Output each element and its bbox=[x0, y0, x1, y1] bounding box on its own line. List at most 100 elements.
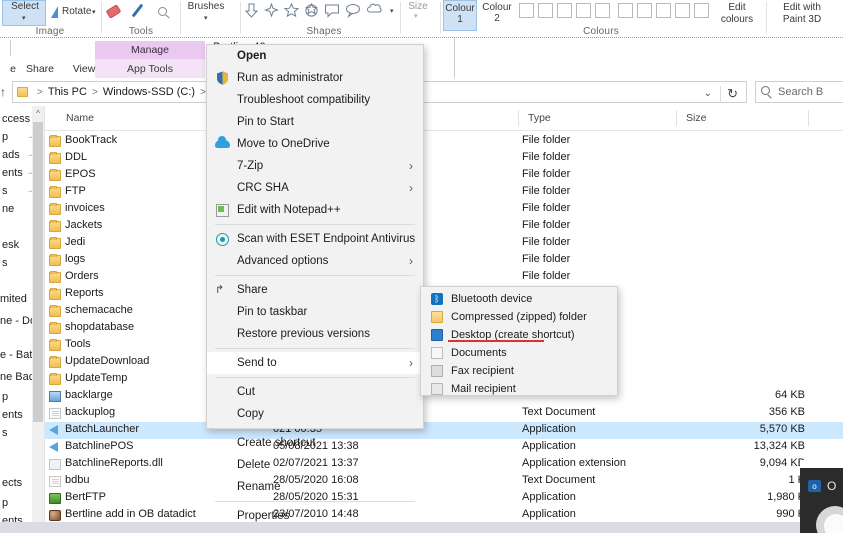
palette-swatch-7[interactable] bbox=[637, 3, 652, 18]
up-arrow-button[interactable]: ↑ bbox=[0, 85, 6, 99]
table-row[interactable]: BatchlinePOS 05/08/2021 13:38 Application 1… bbox=[45, 439, 843, 456]
ribbon-divider-6 bbox=[766, 2, 767, 34]
submenu-item-bluetooth-device[interactable]: ᛒ Bluetooth device bbox=[421, 290, 617, 308]
context-menu-item-copy[interactable]: Copy bbox=[207, 403, 423, 425]
table-row[interactable]: BookTrack021 14:20File folder bbox=[45, 133, 843, 150]
submenu-item-documents[interactable]: Documents bbox=[421, 344, 617, 362]
color-picker-icon[interactable] bbox=[131, 3, 144, 18]
context-menu-item-7-zip[interactable]: 7-Zip › bbox=[207, 155, 423, 177]
submenu-item-mail-recipient[interactable]: Mail recipient bbox=[421, 380, 617, 398]
column-header-size[interactable]: Size bbox=[680, 106, 790, 130]
table-row[interactable]: BertFTP 28/05/2020 15:31 Application 1,980 … bbox=[45, 490, 843, 507]
magnifier-icon[interactable] bbox=[158, 7, 167, 16]
breadcrumb-this-pc[interactable]: This PC bbox=[48, 86, 87, 98]
application-icon bbox=[49, 425, 58, 435]
context-menu-item-edit-with-notepadpp[interactable]: Edit with Notepad++ bbox=[207, 199, 423, 221]
chevron-right-icon: › bbox=[409, 356, 413, 370]
context-menu-item-create-shortcut[interactable]: Create shortcut bbox=[207, 432, 423, 454]
overlay-circle-inner bbox=[824, 514, 843, 533]
table-row[interactable]: FTP021 11:39File folder bbox=[45, 184, 843, 201]
row-name: invoices bbox=[65, 202, 105, 214]
submenu-item-compressed-zipped-folder[interactable]: Compressed (zipped) folder bbox=[421, 308, 617, 326]
size-dropdown-caret[interactable]: ▾ bbox=[414, 13, 418, 20]
row-type: Application bbox=[522, 491, 576, 503]
refresh-icon[interactable]: ↻ bbox=[727, 86, 738, 102]
context-menu-item-pin-to-taskbar[interactable]: Pin to taskbar bbox=[207, 301, 423, 323]
table-row-selected[interactable]: BatchLauncher 021 00:35 Application 5,570 K… bbox=[45, 422, 843, 439]
palette-swatch-10[interactable] bbox=[694, 3, 709, 18]
table-row[interactable]: logs021 12:08File folder bbox=[45, 252, 843, 269]
brushes-dropdown-caret[interactable]: ▾ bbox=[204, 15, 208, 22]
table-row[interactable]: Jedi021 14:20File folder bbox=[45, 235, 843, 252]
table-row[interactable]: BatchlineReports.dll 02/07/2021 13:37 Appl… bbox=[45, 456, 843, 473]
rotate-dropdown-caret[interactable]: ▾ bbox=[92, 9, 96, 16]
six-point-star-shape-icon[interactable] bbox=[304, 3, 319, 18]
select-dropdown-caret[interactable]: ▾ bbox=[22, 15, 26, 22]
brushes-label[interactable]: Brushes bbox=[179, 1, 233, 12]
table-row[interactable]: DDL021 14:20File folder bbox=[45, 150, 843, 167]
context-menu-item-share[interactable]: ↱ Share bbox=[207, 279, 423, 301]
colour1-button[interactable]: Colour 1 bbox=[443, 0, 477, 31]
outlook-icon[interactable]: o bbox=[808, 480, 821, 492]
palette-swatch-5[interactable] bbox=[595, 3, 610, 18]
search-icon bbox=[761, 86, 770, 95]
overlay-widget[interactable]: o O bbox=[800, 460, 843, 533]
submenu-item-fax-recipient[interactable]: Fax recipient bbox=[421, 362, 617, 380]
col-divider-3[interactable] bbox=[676, 110, 677, 126]
context-menu-item-open[interactable]: Open bbox=[207, 45, 423, 67]
arrow-down-shape-icon[interactable] bbox=[244, 3, 259, 18]
tab-view[interactable]: View bbox=[62, 59, 106, 78]
tab-share[interactable]: Share bbox=[18, 59, 62, 78]
five-point-star-shape-icon[interactable] bbox=[284, 3, 299, 18]
table-row[interactable]: invoices021 14:20File folder bbox=[45, 201, 843, 218]
context-menu-item-restore-previous-versions[interactable]: Restore previous versions bbox=[207, 323, 423, 345]
table-row[interactable]: Jackets021 14:20File folder bbox=[45, 218, 843, 235]
context-menu-item-scan-with-eset[interactable]: Scan with ESET Endpoint Antivirus bbox=[207, 228, 423, 250]
folder-icon bbox=[49, 322, 61, 334]
col-divider-2[interactable] bbox=[518, 110, 519, 126]
four-point-star-shape-icon[interactable] bbox=[264, 3, 279, 18]
table-row[interactable]: EPOS021 14:20File folder bbox=[45, 167, 843, 184]
chevron-down-icon[interactable]: ⌄ bbox=[704, 88, 712, 99]
onedrive-cloud-icon bbox=[215, 136, 230, 148]
edit-colours-button[interactable]: Edit colours bbox=[712, 2, 762, 26]
palette-swatch-1[interactable] bbox=[519, 3, 534, 18]
context-menu-item-run-as-administrator[interactable]: Run as administrator bbox=[207, 67, 423, 89]
palette-swatch-2[interactable] bbox=[538, 3, 553, 18]
row-name: Jackets bbox=[65, 219, 103, 231]
rectangle-callout-shape-icon[interactable] bbox=[324, 3, 339, 18]
context-menu-item-properties[interactable]: Properties bbox=[207, 505, 423, 527]
palette-swatch-6[interactable] bbox=[618, 3, 633, 18]
context-menu-item-cut[interactable]: Cut bbox=[207, 381, 423, 403]
column-header-type[interactable]: Type bbox=[522, 106, 677, 130]
row-name: logs bbox=[65, 253, 86, 265]
edit-with-paint3d-button[interactable]: Edit with Paint 3D bbox=[772, 2, 832, 26]
context-menu-item-delete[interactable]: Delete bbox=[207, 454, 423, 476]
context-menu-item-send-to[interactable]: Send to › bbox=[207, 352, 423, 374]
breadcrumb-windows-ssd[interactable]: Windows-SSD (C:) bbox=[103, 86, 195, 98]
context-menu[interactable]: Open Run as administrator Troubleshoot c… bbox=[206, 44, 424, 522]
col-divider-4[interactable] bbox=[808, 110, 809, 126]
context-menu-item-advanced-options[interactable]: Advanced options › bbox=[207, 250, 423, 272]
tab-app-tools[interactable]: App Tools bbox=[95, 59, 205, 78]
context-menu-item-pin-to-start[interactable]: Pin to Start bbox=[207, 111, 423, 133]
palette-swatch-3[interactable] bbox=[557, 3, 572, 18]
table-row[interactable]: Orders021 14:05File folder bbox=[45, 269, 843, 286]
context-menu-item-troubleshoot-compatibility[interactable]: Troubleshoot compatibility bbox=[207, 89, 423, 111]
table-row[interactable]: bdbu 28/05/2020 16:08 Text Document 1 K bbox=[45, 473, 843, 490]
palette-swatch-8[interactable] bbox=[656, 3, 671, 18]
palette-swatch-4[interactable] bbox=[576, 3, 591, 18]
eraser-icon[interactable] bbox=[105, 4, 122, 19]
context-menu-item-rename[interactable]: Rename bbox=[207, 476, 423, 498]
row-name: backuplog bbox=[65, 406, 116, 418]
oval-callout-shape-icon[interactable] bbox=[345, 3, 360, 18]
palette-swatch-9[interactable] bbox=[675, 3, 690, 18]
context-menu-item-move-to-onedrive[interactable]: Move to OneDrive bbox=[207, 133, 423, 155]
table-row[interactable]: backuplog021 12:24Text Document356 KB bbox=[45, 405, 843, 422]
row-type: File folder bbox=[522, 270, 571, 282]
context-menu-item-crc-sha[interactable]: CRC SHA › bbox=[207, 177, 423, 199]
nav-scroll-up-button[interactable]: ^ bbox=[32, 106, 44, 120]
nav-pane-scroll-thumb[interactable] bbox=[33, 122, 43, 422]
row-size: 5,570 KB bbox=[759, 423, 805, 435]
overlay-widget-top-strip bbox=[800, 460, 843, 468]
